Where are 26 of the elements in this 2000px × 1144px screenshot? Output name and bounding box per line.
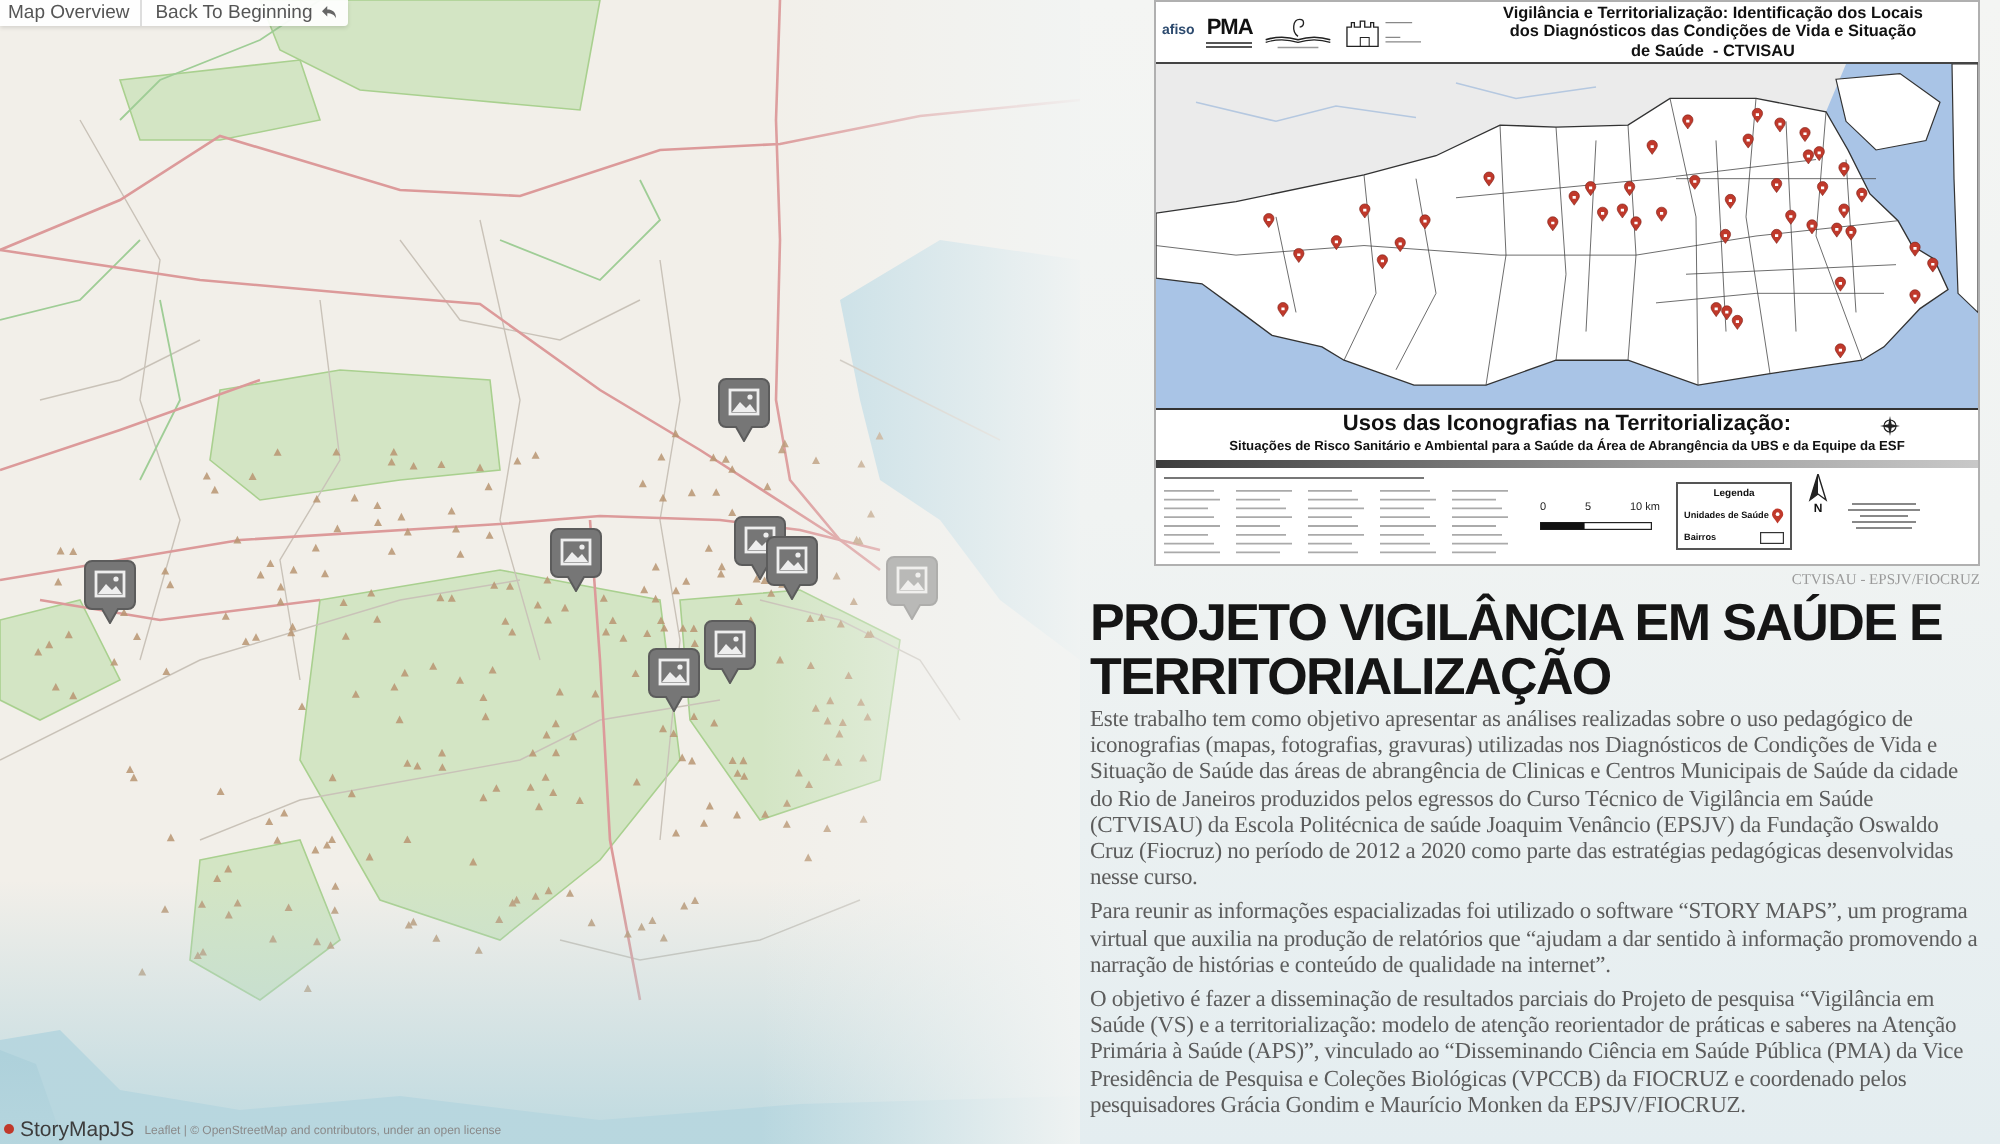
pin-icon [1772,508,1784,524]
poster-banner-title: Usos das Iconografias na Territorialização: [1342,412,1792,438]
dot-icon [4,1124,14,1134]
compass-rose-icon [1880,415,1900,435]
back-button[interactable]: Back To Beginning [139,0,349,26]
logo-text: PMA [1206,17,1253,47]
open-book-logo-icon [1264,15,1333,49]
overview-button[interactable]: Map Overview [0,0,140,26]
north-arrow-icon [1808,474,1828,502]
castle-logo-icon [1344,17,1425,47]
scale-bar-icon [1540,522,1652,530]
photo-marker-icon[interactable] [704,620,756,684]
photo-marker-icon[interactable] [550,528,602,592]
photo-marker-icon[interactable] [84,560,136,624]
area-swatch-icon [1760,532,1784,544]
map-credits-drawing [1844,500,1924,532]
poster-title: Vigilância e Territorialização: Identificação dos Locais dos Diagnósticos das Condições de Vida e Situação de Saúde - CTVISAU [1501,3,1925,61]
back-arrow-icon [320,6,339,20]
photo-marker-icon[interactable] [766,536,818,600]
body-paragraph: Este trabalho tem como objetivo apresentar as análises realizadas sobre o uso pedagógico de iconografias (mapas, fotografias, gravuras) utilizadas nos Diagnósticos de Condições de Vida e Situação de Saúde das áreas de abrangência de Clinicas e Centros Municipais de Saúde da cidade do Rio de Janeiros produzidos pelos egressos do Curso Técnico de Vigilância em Saúde (CTVISAU) da Escola Politécnica de saúde Joaquim Venâncio (EPSJV) da Fundação Oswaldo Cruz (Fiocruz) no período de 2012 a 2020 como parte das estratégias pedagógicas desenvolvidas nesse curso. [1090,708,1960,893]
body-paragraph: Para reunir as informações espacializadas foi utilizado o software “STORY MAPS”, um programa virtual que auxilia na produção de relatórios que “ajudam a dar sentido à informação promovendo a narração de histórias e conteúdo de qualidade na internet”. [1090,900,1980,981]
slide-headline: PROJETO VIGILÂNCIA EM SAÚDE E TERRITORIALIZAÇÃO [1090,596,1945,704]
photo-marker-icon[interactable] [718,378,770,442]
body-paragraph: O objetivo é fazer a disseminação de resultados parciais do Projeto de pesquisa “Vigilância em Saúde (VS) e a territorialização: modelo de atenção reorientador de práticas e saberes na Atenção Primária à Saúde (APS)”, vinculado ao “Disseminando Ciência em Saúde Pública (PMA) da Vice Presidência de Pesquisa e Coleções Biológicas (VPCCB) da FIOCRUZ e coordenado pelos pesquisadores Grácia Gondim e Maurício Monken da EPSJV/FIOCRUZ. [1090,988,1966,1121]
photo-marker-icon[interactable] [648,648,700,712]
storymap-logo-link[interactable]: StoryMapJS [4,1117,135,1141]
